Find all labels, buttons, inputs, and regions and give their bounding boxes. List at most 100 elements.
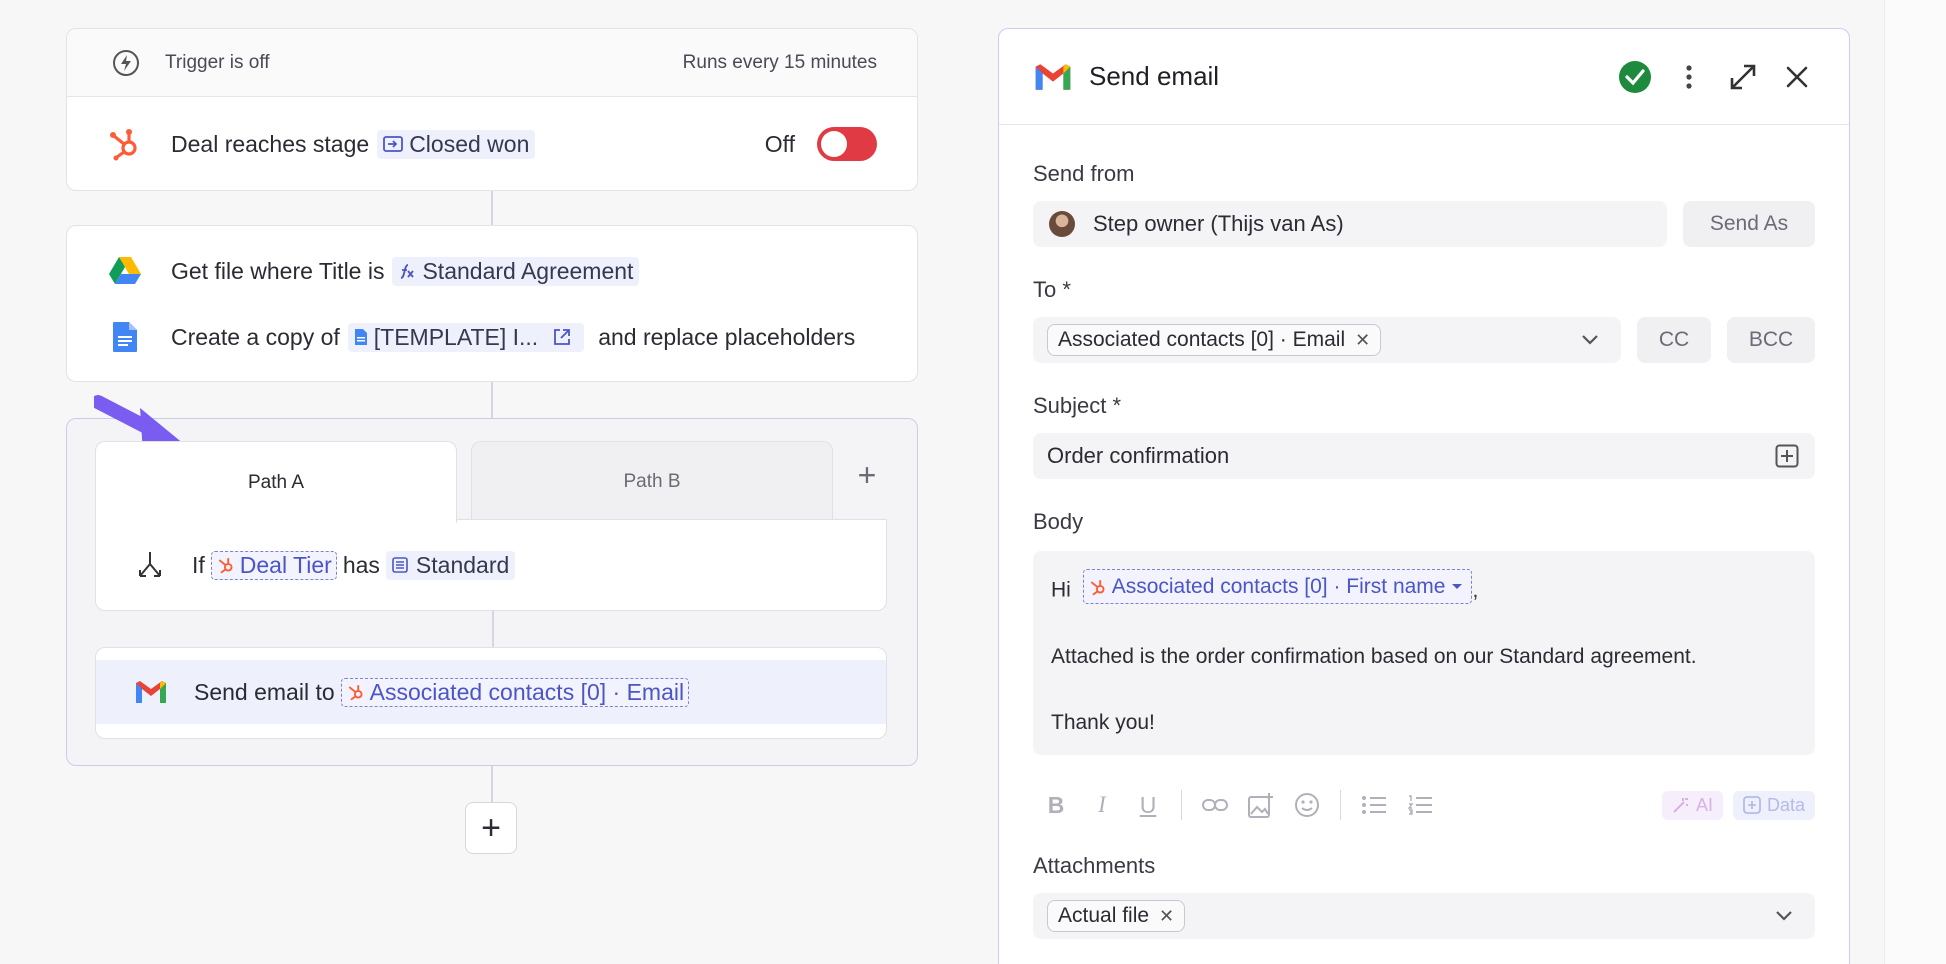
insert-image-icon[interactable] <box>1238 792 1284 818</box>
body-editor[interactable]: Hi Associated contacts [0] · First name … <box>1033 551 1815 755</box>
gmail-icon <box>1033 62 1073 92</box>
bcc-button[interactable]: BCC <box>1727 317 1815 363</box>
get-file-text: Get file where Title is <box>171 257 385 284</box>
trigger-card[interactable]: Trigger is off Runs every 15 minutes Dea… <box>66 28 918 191</box>
external-link-icon[interactable] <box>552 327 578 347</box>
data-label: Data <box>1766 794 1805 815</box>
to-field[interactable]: Associated contacts [0] · Email ✕ <box>1033 317 1621 363</box>
subject-field[interactable]: Order confirmation <box>1033 433 1815 479</box>
close-icon[interactable] <box>1779 59 1815 95</box>
tab-path-a[interactable]: Path A <box>95 441 457 523</box>
divider <box>1340 790 1341 820</box>
deal-tier-variable[interactable]: Deal Tier <box>210 550 337 580</box>
hubspot-icon <box>218 557 233 574</box>
body-line-2: Attached is the order confirmation based… <box>1051 644 1697 668</box>
cc-button[interactable]: CC <box>1637 317 1711 363</box>
deal-tier-label: Deal Tier <box>239 551 332 578</box>
template-chip[interactable]: [TEMPLATE] I... <box>347 322 585 352</box>
send-from-label: Send from <box>1033 161 1135 186</box>
trigger-schedule: Runs every 15 minutes <box>682 51 877 73</box>
panel-title: Send email <box>1089 61 1220 91</box>
recipient-label: Associated contacts [0] · Email <box>369 678 685 705</box>
tab-path-a-label: Path A <box>248 471 304 493</box>
send-email-panel: Send email Send from Step owner (Thijs v… <box>998 28 1850 964</box>
title-chip[interactable]: Standard Agreement <box>392 256 640 286</box>
hubspot-icon <box>1090 579 1105 595</box>
title-chip-label: Standard Agreement <box>422 257 634 284</box>
subject-value: Order confirmation <box>1047 443 1230 468</box>
subject-label: Subject * <box>1033 393 1122 418</box>
panel-header: Send email <box>999 29 1849 125</box>
stage-chip[interactable]: Closed won <box>377 129 536 159</box>
body-label: Body <box>1033 509 1084 534</box>
remove-tag-icon[interactable]: ✕ <box>1159 906 1174 927</box>
condition-if: If <box>192 551 205 578</box>
hubspot-icon <box>348 684 363 701</box>
tab-path-b-label: Path B <box>623 470 681 492</box>
send-email-text: Send email to <box>194 678 335 705</box>
send-as-button[interactable]: Send As <box>1683 201 1815 247</box>
trigger-event-text: Deal reaches stage <box>171 130 370 157</box>
copy-file-text: Create a copy of <box>171 323 340 350</box>
chevron-down-icon[interactable] <box>1581 334 1599 346</box>
gmail-icon <box>134 679 168 705</box>
success-check-icon <box>1617 59 1653 95</box>
template-chip-label: [TEMPLATE] I... <box>373 323 539 350</box>
condition-step[interactable]: If Deal Tier has Standard <box>95 519 887 611</box>
underline-icon[interactable]: U <box>1125 792 1171 819</box>
bullet-list-icon[interactable] <box>1351 794 1397 816</box>
send-email-step[interactable]: Send email to Associated contacts [0] · … <box>96 660 886 724</box>
expand-icon[interactable] <box>1725 59 1761 95</box>
send-from-field[interactable]: Step owner (Thijs van As) <box>1033 201 1667 247</box>
chevron-down-icon[interactable] <box>1775 910 1793 922</box>
ai-button[interactable]: AI <box>1661 790 1723 820</box>
trigger-header: Trigger is off Runs every 15 minutes <box>67 29 917 97</box>
copy-file-after: and replace placeholders <box>598 323 856 350</box>
recipient-variable[interactable]: Associated contacts [0] · Email <box>340 677 690 707</box>
list-icon <box>392 557 408 573</box>
panel-actions <box>1617 59 1815 95</box>
scrollbar-track[interactable] <box>1884 0 1946 964</box>
to-recipient-label: Associated contacts [0] · Email <box>1058 328 1346 351</box>
body-comma: , <box>1472 578 1479 602</box>
first-name-label: Associated contacts [0] · First name <box>1111 575 1446 598</box>
more-options-icon[interactable] <box>1671 59 1707 95</box>
path-tabs: Path A Path B + <box>95 441 887 523</box>
trigger-step[interactable]: Deal reaches stage Closed won Off <box>67 97 917 190</box>
link-icon[interactable] <box>1192 797 1238 813</box>
to-label: To * <box>1033 277 1071 302</box>
connector-line <box>491 382 493 418</box>
insert-variable-icon[interactable] <box>1775 444 1799 468</box>
divider <box>1181 790 1182 820</box>
stage-chip-label: Closed won <box>409 130 530 157</box>
italic-icon[interactable]: I <box>1079 792 1125 818</box>
emoji-icon[interactable] <box>1284 792 1330 818</box>
doc-icon <box>354 329 367 345</box>
data-button[interactable]: Data <box>1732 790 1815 820</box>
trigger-toggle[interactable] <box>817 127 877 161</box>
first-name-variable[interactable]: Associated contacts [0] · First name <box>1082 569 1473 604</box>
copy-file-step[interactable]: Create a copy of [TEMPLATE] I... and rep… <box>67 304 917 370</box>
bold-icon[interactable]: B <box>1033 792 1079 819</box>
send-email-step-card[interactable]: Send email to Associated contacts [0] · … <box>95 647 887 739</box>
remove-tag-icon[interactable]: ✕ <box>1355 330 1370 351</box>
attachments-label: Attachments <box>1033 853 1156 878</box>
condition-value-label: Standard <box>415 551 510 578</box>
to-recipient-tag[interactable]: Associated contacts [0] · Email ✕ <box>1047 324 1382 356</box>
body-greeting: Hi <box>1051 578 1071 602</box>
body-line-1: Hi Associated contacts [0] · First name … <box>1051 569 1797 607</box>
tab-path-b[interactable]: Path B <box>471 441 833 521</box>
avatar <box>1049 211 1075 237</box>
attachment-tag[interactable]: Actual file ✕ <box>1047 900 1186 932</box>
get-file-step[interactable]: Get file where Title is Standard Agreeme… <box>67 238 917 304</box>
files-card[interactable]: Get file where Title is Standard Agreeme… <box>66 225 918 382</box>
add-step-button[interactable]: + <box>465 802 517 854</box>
caret-down-icon <box>1452 583 1463 589</box>
numbered-list-icon[interactable] <box>1397 794 1443 816</box>
attachments-field[interactable]: Actual file ✕ <box>1033 893 1815 939</box>
condition-value-chip[interactable]: Standard <box>385 550 516 580</box>
formula-icon <box>401 264 415 279</box>
add-path-button[interactable]: + <box>847 455 887 495</box>
toggle-label: Off <box>764 130 795 157</box>
add-data-icon <box>1743 796 1761 814</box>
